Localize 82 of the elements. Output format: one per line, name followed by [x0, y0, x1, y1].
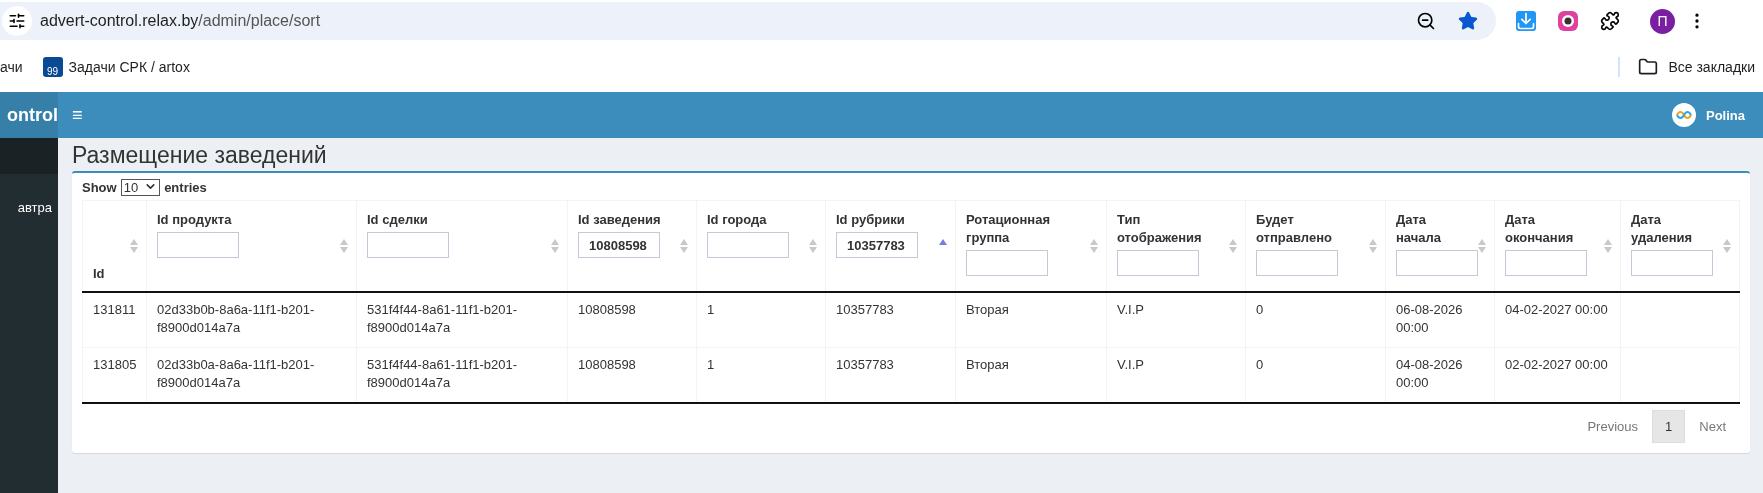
filter-field[interactable]: [1396, 250, 1478, 276]
column-header[interactable]: Ротационная группа: [955, 200, 1107, 292]
user-name[interactable]: Polina: [1706, 107, 1745, 123]
table-cell: 0: [1256, 357, 1264, 372]
show-label: Show: [82, 180, 117, 195]
table-cell: 0: [1256, 302, 1264, 317]
sort-icon[interactable]: [1604, 238, 1612, 253]
bookmark-link[interactable]: Задачи СРК / artox: [68, 59, 190, 75]
entries-label: entries: [164, 180, 207, 195]
table-cell: 131805: [93, 357, 137, 372]
address-bar[interactable]: advert-control.relax.by/admin/place/sort: [0, 2, 1496, 40]
url-text: advert-control.relax.by/admin/place/sort: [40, 12, 322, 30]
table-cell: 531f4f44-8a61-11f1-b201-f8900d014a7a: [367, 357, 518, 390]
table-cell: 131811: [93, 302, 136, 317]
user-avatar-icon: [1672, 103, 1696, 127]
table-cell: Вторая: [966, 302, 1009, 317]
site-settings-icon[interactable]: [8, 12, 26, 30]
table-cell: 06-08-2026 00:00: [1396, 302, 1463, 335]
previous-link[interactable]: Previous: [1573, 411, 1653, 442]
next-link[interactable]: Next: [1685, 411, 1740, 442]
column-header[interactable]: Id заведения 10808598: [567, 200, 697, 292]
folder-icon: [1638, 57, 1659, 77]
zoom-out-icon[interactable]: [1416, 11, 1436, 31]
sort-icon[interactable]: [340, 238, 348, 253]
filter-field[interactable]: [1631, 250, 1713, 276]
filter-field[interactable]: [966, 250, 1048, 276]
extensions-icon[interactable]: [1600, 11, 1620, 31]
table-cell: 02d33b0b-8a6a-11f1-b201-f8900d014a7a: [157, 302, 315, 335]
filter-field[interactable]: [1505, 250, 1587, 276]
filter-field[interactable]: 10808598: [578, 232, 660, 258]
filter-field[interactable]: [367, 232, 449, 258]
column-header[interactable]: Id: [82, 200, 147, 292]
sort-icon[interactable]: [1090, 238, 1098, 253]
entries-select[interactable]: 10: [120, 179, 161, 196]
table-cell: 02-02-2027 00:00: [1505, 357, 1608, 372]
sort-icon[interactable]: [130, 238, 138, 253]
filter-field[interactable]: [157, 232, 239, 258]
sort-icon[interactable]: [551, 238, 559, 253]
filter-field[interactable]: [1256, 250, 1338, 276]
column-header[interactable]: Id рубрики 10357783: [825, 200, 956, 292]
table-cell: 1: [707, 357, 715, 372]
table-cell: V.I.P: [1117, 357, 1144, 372]
bookmark-link[interactable]: ачи: [0, 59, 23, 75]
column-header[interactable]: Дата удаления: [1620, 200, 1740, 292]
all-bookmarks-link[interactable]: Все закладки: [1668, 59, 1755, 75]
star-icon[interactable]: [1458, 11, 1478, 31]
sidebar-toggle[interactable]: ≡: [72, 104, 83, 126]
table-cell: 04-02-2027 00:00: [1505, 302, 1608, 317]
profile-avatar[interactable]: П: [1650, 8, 1675, 34]
table-cell: 10357783: [836, 302, 894, 317]
sort-icon[interactable]: [1369, 238, 1377, 253]
column-header[interactable]: Id продукта: [146, 200, 357, 292]
sort-icon[interactable]: [809, 238, 817, 253]
page-button[interactable]: 1: [1652, 410, 1686, 443]
bookmark-favicon: 99: [42, 57, 63, 77]
table-cell: 1: [707, 302, 715, 317]
sort-icon[interactable]: [680, 238, 688, 253]
filter-field[interactable]: [1117, 250, 1199, 276]
brand-logo-text[interactable]: ontrol: [0, 92, 58, 138]
table-cell: 10808598: [578, 357, 636, 372]
column-header[interactable]: Дата начала: [1385, 200, 1495, 292]
table-cell: Вторая: [966, 357, 1009, 372]
sort-icon[interactable]: [1723, 238, 1731, 253]
table-cell: 10808598: [578, 302, 636, 317]
sort-icon[interactable]: [1478, 238, 1486, 253]
table-cell: 04-08-2026 00:00: [1396, 357, 1463, 390]
filter-field[interactable]: 10357783: [836, 232, 918, 258]
table-cell: 02d33b0a-8a6a-11f1-b201-f8900d014a7a: [157, 357, 315, 390]
table-cell: V.I.P: [1117, 302, 1144, 317]
page-title: Размещение заведений: [72, 144, 328, 167]
sidebar-item[interactable]: автра: [0, 200, 58, 215]
column-header[interactable]: Тип отображения: [1106, 200, 1246, 292]
table-cell: 10357783: [836, 357, 894, 372]
filter-field[interactable]: [707, 232, 789, 258]
download-icon[interactable]: [1516, 11, 1536, 31]
column-header[interactable]: Дата окончания: [1494, 200, 1621, 292]
column-header[interactable]: Будет отправлено: [1245, 200, 1386, 292]
sort-icon[interactable]: [1229, 238, 1237, 253]
camera-extension-icon[interactable]: [1557, 10, 1579, 32]
column-header[interactable]: Id сделки: [356, 200, 568, 292]
column-header[interactable]: Id города: [696, 200, 826, 292]
table-cell: 531f4f44-8a61-11f1-b201-f8900d014a7a: [367, 302, 518, 335]
